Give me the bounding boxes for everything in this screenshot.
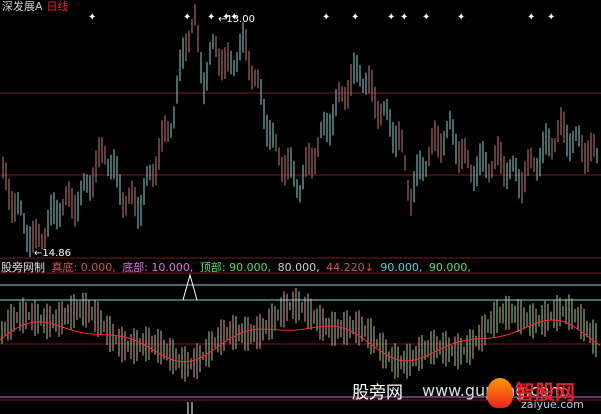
logo-url: zaiyue.com [521, 398, 584, 411]
indicator-legend: 股旁网制 真底: 0.000, 底部: 10.000, 顶部: 90.000, … [1, 261, 474, 274]
indicator-80: 80.000, [277, 261, 320, 274]
marker-icon: ✦ [527, 12, 535, 23]
marker-icon: ✦ [351, 12, 359, 23]
marker-icon: ✦ [88, 12, 96, 23]
candlestick-series [2, 4, 598, 258]
marker-icon: ✦ [457, 12, 465, 23]
low-price-label: ←14.86 [34, 248, 71, 259]
indicator-90a: 90.000, [380, 261, 423, 274]
indicator-true-bottom: 真底: 0.000, [51, 261, 116, 274]
indicator-90b: 90.000, [428, 261, 471, 274]
top-markers: ✦ ✦ ✦ ✦ ✦ ✦ ✦ ✦ ✦ ✦ ✦ ✦ ✦ [88, 12, 555, 23]
marker-icon: ✦ [387, 12, 395, 23]
indicator-top: 顶部: 90.000, [199, 261, 272, 274]
peak-arrow [182, 273, 198, 301]
indicator-name[interactable]: 股旁网制 [1, 261, 45, 274]
stock-name: 深发展A [2, 0, 43, 13]
marker-icon: ✦ [207, 12, 215, 23]
indicator-current: 44.220↓ [326, 261, 374, 274]
marker-icon: ✦ [422, 12, 430, 23]
moving-average-line [0, 319, 601, 363]
watermark-cn: 股旁网 [352, 383, 403, 403]
logo-flame-icon [487, 378, 513, 408]
marker-icon: ✦ [183, 12, 191, 23]
marker-icon: ✦ [400, 12, 408, 23]
grid-lines [0, 92, 601, 401]
chart-canvas: ✦ ✦ ✦ ✦ ✦ ✦ ✦ ✦ ✦ ✦ ✦ ✦ ✦ ←13.00 ←14.86 [0, 4, 601, 414]
indicator-bottom: 底部: 10.000, [122, 261, 194, 274]
high-price-label: ←13.00 [218, 14, 255, 25]
site-logo: 智股网 zaiyue.com [487, 376, 597, 412]
period-label[interactable]: 日线 [47, 0, 69, 13]
chart-title: 深发展A 日线 [2, 0, 69, 13]
marker-icon: ✦ [322, 12, 330, 23]
marker-icon: ✦ [547, 12, 555, 23]
